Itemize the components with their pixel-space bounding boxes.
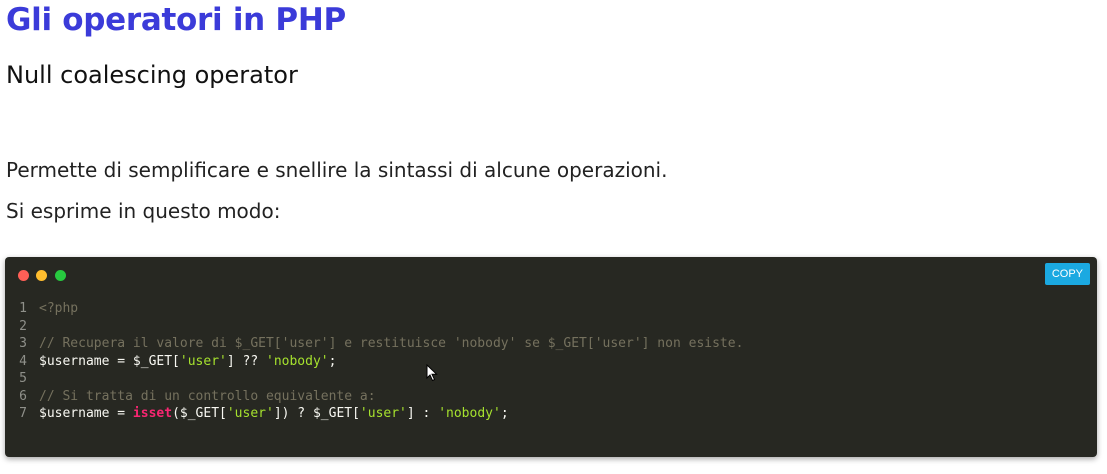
code-line: 4 $username = $_GET['user'] ?? 'nobody'; [5, 353, 1097, 371]
code-token: // Recupera il valore di $_GET['user'] e… [39, 336, 744, 351]
code-token: 'user' [359, 406, 407, 421]
code-lines: 1 <?php 2 3 // Recupera il valore di $_GET['… [5, 300, 1097, 423]
page-title: Gli operatori in PHP [6, 2, 346, 38]
code-line: 6 // Si tratta di un controllo equivalent… [5, 388, 1097, 406]
code-token: ] ?? [226, 353, 266, 369]
line-number: 4 [19, 353, 27, 369]
line-number: 3 [19, 336, 27, 351]
code-token: $username = $_GET[ [39, 353, 180, 369]
code-line: 1 <?php [5, 300, 1097, 318]
code-line: 2 [5, 318, 1097, 336]
window-close-dot-icon [18, 270, 29, 281]
mouse-pointer-icon [426, 364, 438, 382]
syntax-paragraph: Si esprime in questo modo: [6, 199, 281, 223]
code-line: 3 // Recupera il valore di $_GET['user'] … [5, 335, 1097, 353]
line-number: 2 [19, 318, 27, 334]
intro-paragraph: Permette di semplificare e snellire la s… [6, 158, 668, 182]
code-token: ] : [406, 406, 439, 421]
line-number: 1 [19, 301, 27, 316]
line-number: 6 [19, 388, 27, 404]
section-title: Null coalescing operator [6, 61, 298, 89]
code-token: 'user' [179, 353, 227, 369]
code-token: 'user' [226, 406, 274, 421]
code-token: ; [328, 353, 337, 369]
code-token: // Si tratta di un controllo equivalente… [39, 388, 376, 404]
copy-button[interactable]: COPY [1044, 263, 1090, 285]
window-maximize-dot-icon [55, 270, 66, 281]
code-token: ; [500, 406, 509, 421]
code-line: 7 $username = isset($_GET['user']) ? $_GE… [5, 405, 1097, 423]
code-token: 'nobody' [266, 353, 329, 369]
code-token: 'nobody' [438, 406, 501, 421]
code-line: 5 [5, 370, 1097, 388]
code-token: isset [132, 406, 173, 421]
code-block: COPY 1 <?php 2 3 // Recupera il valore di $_… [5, 257, 1097, 457]
code-token: ($_GET[ [172, 406, 227, 421]
code-token: $username = [39, 406, 133, 421]
window-minimize-dot-icon [36, 270, 47, 281]
line-number: 5 [19, 371, 27, 386]
code-token: ]) ? $_GET[ [273, 406, 360, 421]
code-token: <?php [39, 301, 79, 316]
line-number: 7 [19, 406, 27, 421]
